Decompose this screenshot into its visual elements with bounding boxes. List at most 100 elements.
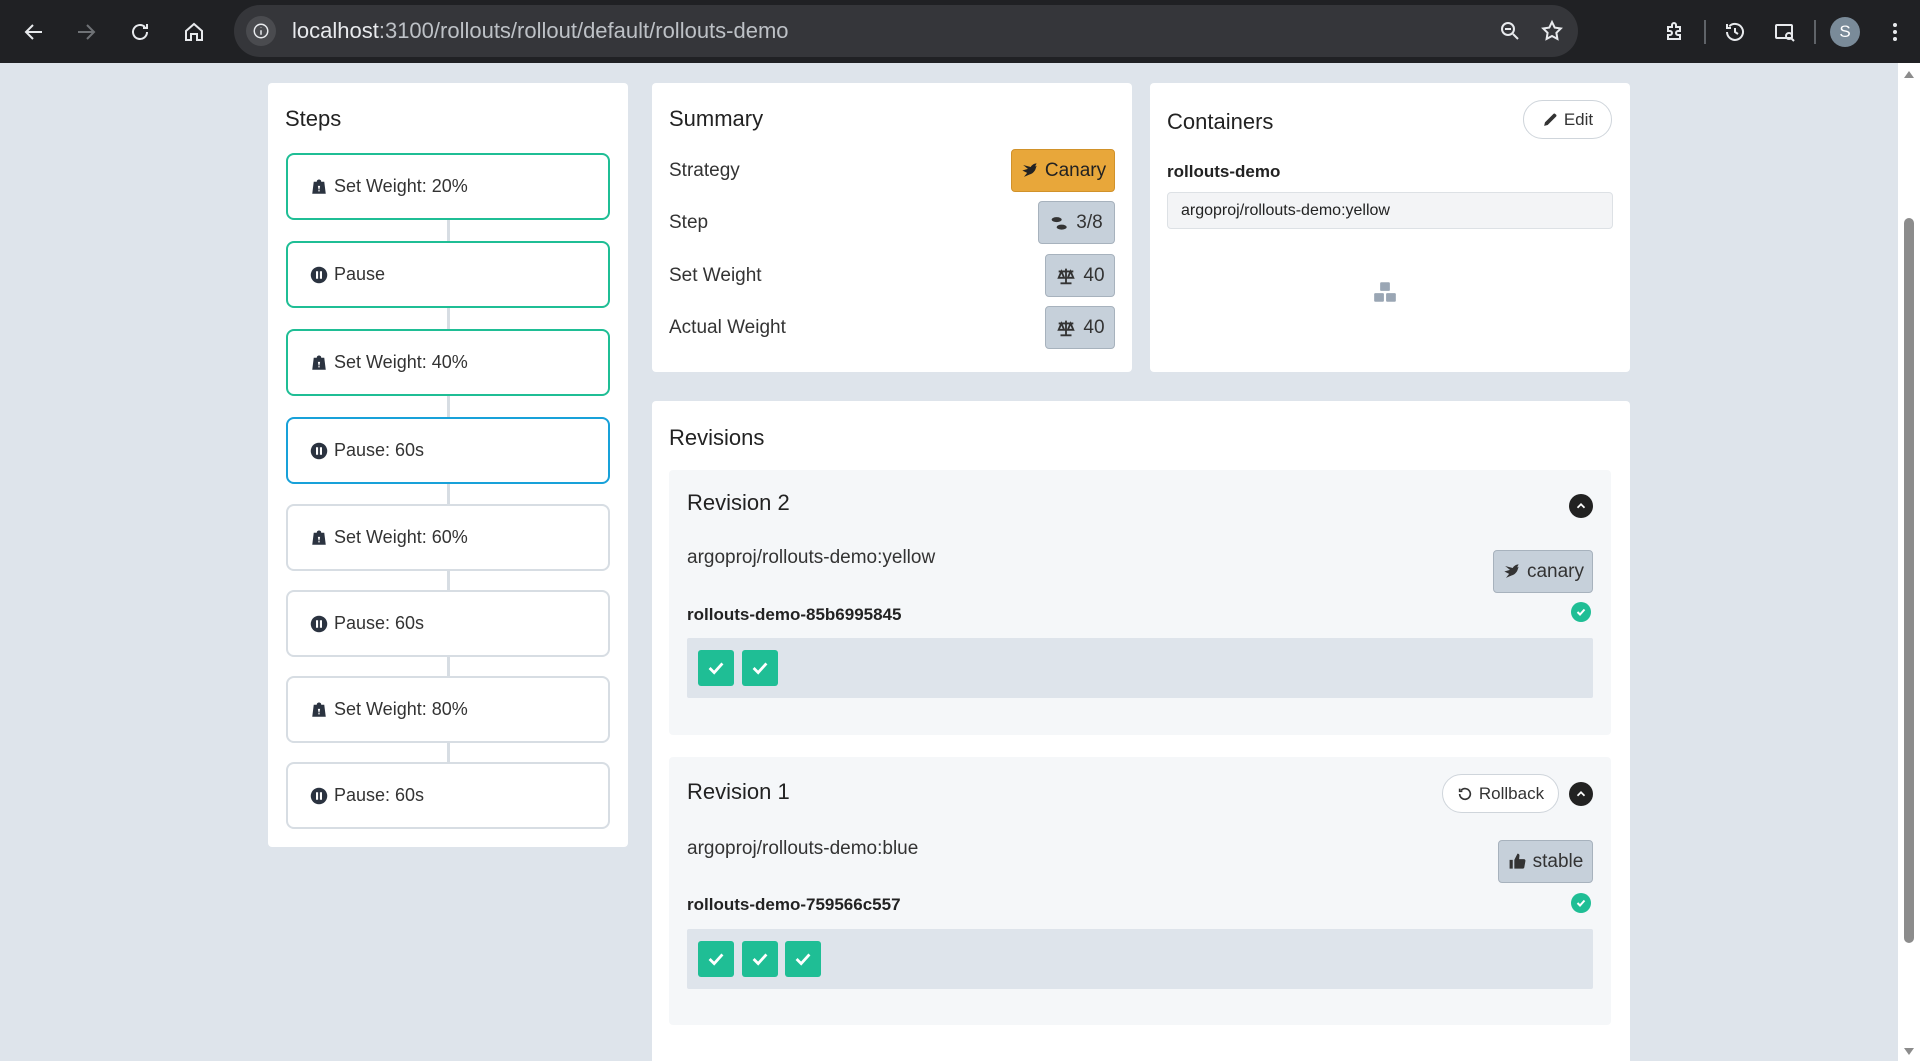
back-button[interactable] — [8, 0, 60, 63]
check-icon — [752, 662, 768, 675]
puzzle-icon — [1667, 21, 1681, 40]
step-label: Set Weight: 60% — [334, 527, 468, 547]
arrow-left-icon — [24, 23, 42, 40]
home-button[interactable] — [168, 0, 220, 63]
forward-button[interactable] — [60, 0, 112, 63]
check-icon — [752, 953, 768, 966]
browser-toolbar: localhost:3100/rollouts/rollout/default/… — [0, 0, 1920, 63]
canary-badge: canary — [1493, 550, 1593, 593]
step-item[interactable]: Pause: 60s — [286, 590, 610, 657]
pod-healthy[interactable] — [742, 941, 778, 977]
revision-image: argoproj/rollouts-demo:yellow — [687, 547, 936, 568]
reload-button[interactable] — [114, 0, 166, 63]
toolbar-divider — [1704, 19, 1706, 44]
strategy-badge: Canary — [1011, 149, 1115, 192]
badge-label: stable — [1532, 850, 1584, 872]
avatar: S — [1830, 16, 1860, 47]
edit-button[interactable]: Edit — [1523, 100, 1612, 139]
profile-button[interactable]: S — [1820, 0, 1870, 63]
check-icon — [708, 662, 724, 675]
url-path: :3100/rollouts/rollout/default/rollouts-… — [378, 18, 789, 43]
step-label: Pause — [334, 264, 386, 284]
strategy-label: Strategy — [669, 160, 740, 181]
step-connector — [447, 308, 450, 329]
set-weight-badge: 40 — [1045, 254, 1115, 297]
collapse-toggle[interactable] — [1569, 494, 1593, 518]
pencil-icon — [1543, 113, 1557, 126]
revision-title: Revision 1 — [687, 779, 790, 804]
collapse-toggle[interactable] — [1569, 782, 1593, 806]
step-connector — [447, 396, 450, 417]
weight-hanging-icon — [310, 529, 328, 547]
balance-scale-icon — [1057, 320, 1076, 336]
step-badge: 3/8 — [1038, 201, 1115, 244]
weight-hanging-icon — [310, 354, 328, 372]
shoe-prints-icon — [1051, 216, 1067, 230]
container-name: rollouts-demo — [1167, 162, 1281, 181]
step-item[interactable]: Pause — [286, 241, 610, 308]
actual-weight-value: 40 — [1083, 316, 1105, 338]
step-connector — [447, 484, 450, 504]
healthy-check-icon — [1571, 893, 1591, 913]
scroll-up-icon[interactable] — [1903, 69, 1915, 81]
containers-title: Containers — [1167, 109, 1274, 134]
step-item[interactable]: Set Weight: 20% — [286, 153, 610, 220]
page-scrollbar[interactable] — [1898, 63, 1920, 1061]
revision-image: argoproj/rollouts-demo:blue — [687, 838, 919, 859]
scroll-down-icon[interactable] — [1903, 1045, 1915, 1057]
rollback-button[interactable]: Rollback — [1442, 774, 1559, 813]
home-icon — [185, 22, 203, 41]
pod-healthy[interactable] — [698, 650, 734, 686]
step-connector — [447, 743, 450, 762]
step-item[interactable]: Set Weight: 80% — [286, 676, 610, 743]
scrollbar-thumb[interactable] — [1904, 218, 1914, 943]
history-button[interactable] — [1710, 0, 1760, 63]
url-host: localhost — [292, 18, 379, 43]
pod-healthy[interactable] — [785, 941, 821, 977]
search-tabs-button[interactable] — [1760, 0, 1810, 63]
tab-search-icon — [1775, 23, 1795, 42]
step-item[interactable]: Set Weight: 60% — [286, 504, 610, 571]
pause-circle-icon — [310, 266, 328, 284]
set-weight-label: Set Weight — [669, 265, 762, 286]
arrow-right-icon — [78, 23, 96, 40]
container-image-field[interactable]: argoproj/rollouts-demo:yellow — [1167, 192, 1613, 229]
replicaset-name: rollouts-demo-85b6995845 — [687, 605, 902, 624]
step-label: Step — [669, 212, 709, 233]
revision-panel: Revision 1 Rollback argoproj/rollouts-de… — [669, 757, 1611, 1025]
strategy-value: Canary — [1044, 159, 1107, 181]
undo-icon — [1458, 787, 1472, 800]
containers-card: Containers Edit rollouts-demo argoproj/r… — [1150, 83, 1630, 372]
badge-label: canary — [1526, 560, 1585, 582]
zoom-icon[interactable] — [1498, 19, 1522, 43]
url-text: localhost:3100/rollouts/rollout/default/… — [292, 18, 789, 44]
boxes-icon — [1374, 282, 1396, 302]
chevron-up-icon — [1576, 791, 1586, 797]
pod-healthy[interactable] — [698, 941, 734, 977]
balance-scale-icon — [1057, 268, 1076, 284]
step-connector — [447, 571, 450, 590]
revision-title: Revision 2 — [687, 490, 790, 515]
check-icon — [708, 953, 724, 966]
replicaset-name: rollouts-demo-759566c557 — [687, 895, 901, 914]
step-item[interactable]: Set Weight: 40% — [286, 329, 610, 396]
site-info-icon[interactable] — [246, 16, 276, 46]
step-item[interactable]: Pause: 60s — [286, 417, 610, 484]
step-label: Set Weight: 20% — [334, 176, 468, 196]
history-icon — [1726, 22, 1744, 41]
thumbs-up-icon — [1509, 853, 1526, 869]
address-bar[interactable]: localhost:3100/rollouts/rollout/default/… — [234, 5, 1578, 57]
menu-button[interactable] — [1870, 0, 1920, 63]
pod-healthy[interactable] — [742, 650, 778, 686]
toolbar-divider — [1814, 19, 1816, 44]
pods-strip — [687, 929, 1593, 989]
step-label: Pause: 60s — [334, 785, 425, 805]
step-label: Set Weight: 40% — [334, 352, 468, 372]
healthy-check-icon — [1571, 602, 1591, 622]
revision-panel: Revision 2 argoproj/rollouts-demo:yellow… — [669, 470, 1611, 735]
stable-badge: stable — [1498, 840, 1593, 883]
extensions-button[interactable] — [1650, 0, 1700, 63]
step-item[interactable]: Pause: 60s — [286, 762, 610, 829]
actual-weight-badge: 40 — [1045, 306, 1115, 349]
bookmark-star-icon[interactable] — [1540, 19, 1564, 43]
